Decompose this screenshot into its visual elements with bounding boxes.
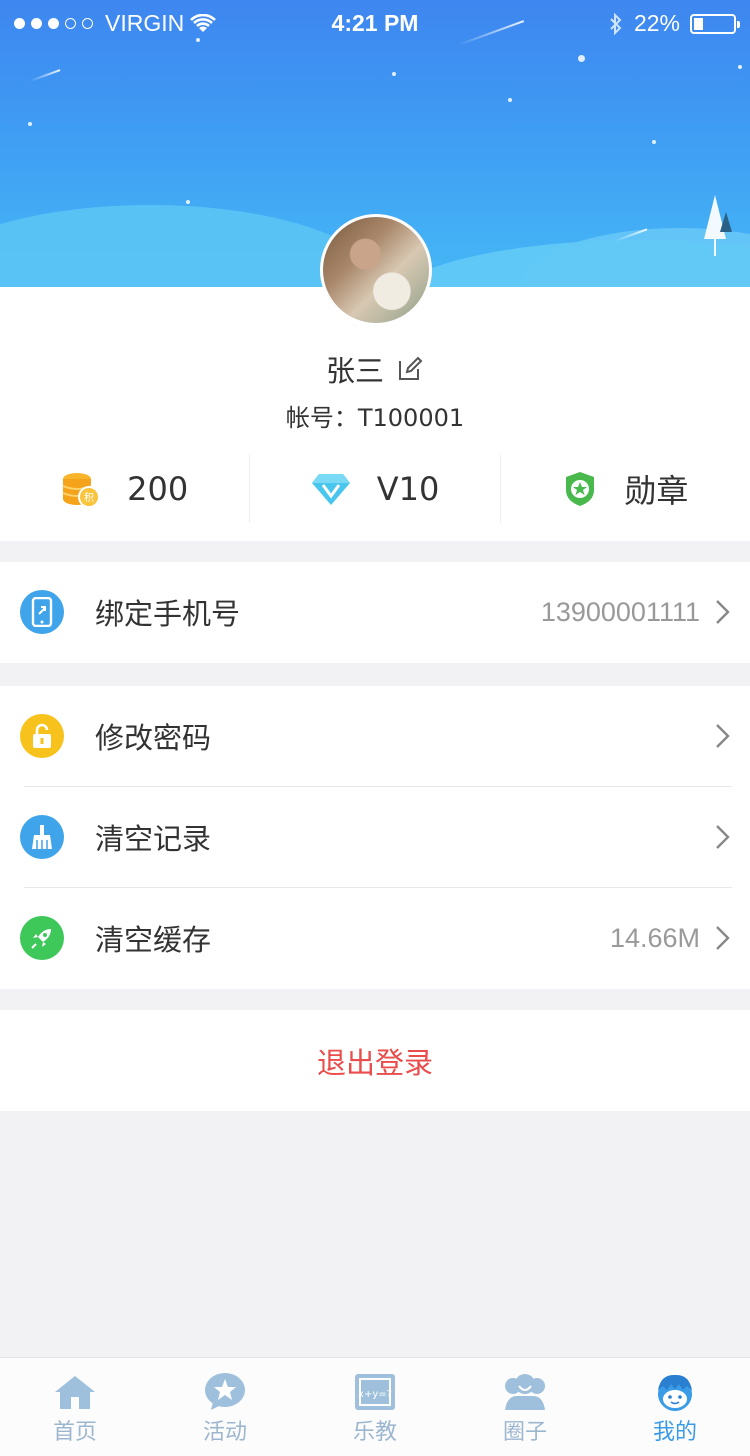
chevron-right-icon: [716, 926, 730, 950]
blackboard-icon: x+y=?: [353, 1372, 397, 1412]
lock-icon: [20, 714, 64, 758]
phone-group: 绑定手机号 13900001111: [0, 562, 750, 663]
group-icon: [503, 1372, 547, 1412]
chevron-right-icon: [716, 825, 730, 849]
tree-decoration: [714, 238, 716, 256]
clear-cache-row[interactable]: 清空缓存 14.66M: [0, 888, 750, 988]
tab-label: 我的: [652, 1420, 697, 1445]
tab-label: 圈子: [502, 1420, 547, 1445]
stat-vip[interactable]: V10: [249, 455, 499, 523]
clear-records-label: 清空记录: [95, 822, 212, 856]
name-row: 张三: [0, 348, 750, 390]
stat-points[interactable]: 积 200: [0, 455, 249, 523]
tab-label: 首页: [52, 1420, 97, 1445]
diamond-icon: [311, 474, 350, 505]
chevron-right-icon: [716, 724, 730, 748]
bluetooth-icon: [610, 12, 622, 35]
stat-medal[interactable]: 勋章: [499, 455, 750, 523]
clear-records-row[interactable]: 清空记录: [0, 787, 750, 887]
tab-label: 活动: [202, 1420, 247, 1445]
hill-decoration: [380, 240, 750, 287]
battery-info: 22%: [608, 10, 740, 37]
status-bar: VIRGIN 4:21 PM 22%: [0, 0, 750, 46]
tab-label: 乐教: [352, 1420, 397, 1445]
edit-icon[interactable]: [396, 355, 424, 383]
star-decoration: [738, 65, 742, 69]
account-id: 帐号：T100001: [285, 404, 465, 432]
cache-size: 14.66M: [609, 922, 700, 953]
tree-decoration: [720, 212, 732, 232]
points-value: 200: [127, 470, 189, 508]
bind-phone-label: 绑定手机号: [95, 597, 241, 631]
boy-face-icon: [653, 1372, 697, 1412]
stats-row: 积 200 V10 勋章: [0, 455, 750, 523]
battery-icon: [690, 13, 740, 34]
user-name: 张三: [325, 354, 384, 388]
star-decoration: [578, 55, 585, 62]
star-decoration: [28, 122, 32, 126]
change-password-row[interactable]: 修改密码: [0, 686, 750, 786]
coin-stack-icon: 积: [62, 473, 101, 508]
svg-text:x+y=?: x+y=?: [358, 1389, 392, 1400]
tab-mine[interactable]: 我的: [600, 1358, 750, 1456]
star-decoration: [392, 72, 396, 76]
star-decoration: [508, 98, 512, 102]
change-password-label: 修改密码: [95, 721, 212, 755]
rocket-icon: [20, 916, 64, 960]
meteor-decoration: [29, 69, 61, 82]
tab-education[interactable]: x+y=? 乐教: [300, 1358, 450, 1456]
settings-group: 修改密码 清空记录 清空缓存 14.66M: [0, 686, 750, 989]
logout-button[interactable]: 退出登录: [0, 1010, 750, 1111]
phone-icon: [20, 590, 64, 634]
phone-number: 13900001111: [540, 596, 700, 627]
tab-activity[interactable]: 活动: [150, 1358, 300, 1456]
tab-bar: 首页 活动 x+y=? 乐教 圈子 我的: [0, 1357, 750, 1456]
svg-text:积: 积: [84, 492, 94, 504]
battery-percent: 22%: [633, 10, 680, 36]
vip-level: V10: [376, 470, 440, 508]
clear-cache-label: 清空缓存: [95, 923, 212, 957]
medal-label: 勋章: [624, 472, 689, 510]
avatar[interactable]: [320, 214, 432, 326]
star-decoration: [652, 140, 656, 144]
tab-circle[interactable]: 圈子: [450, 1358, 600, 1456]
chevron-right-icon: [716, 600, 730, 624]
star-bubble-icon: [203, 1372, 247, 1412]
home-icon: [53, 1372, 97, 1412]
badge-icon: [566, 472, 595, 506]
tab-home[interactable]: 首页: [0, 1358, 150, 1456]
star-decoration: [186, 200, 190, 204]
bind-phone-row[interactable]: 绑定手机号 13900001111: [0, 562, 750, 662]
broom-icon: [20, 815, 64, 859]
